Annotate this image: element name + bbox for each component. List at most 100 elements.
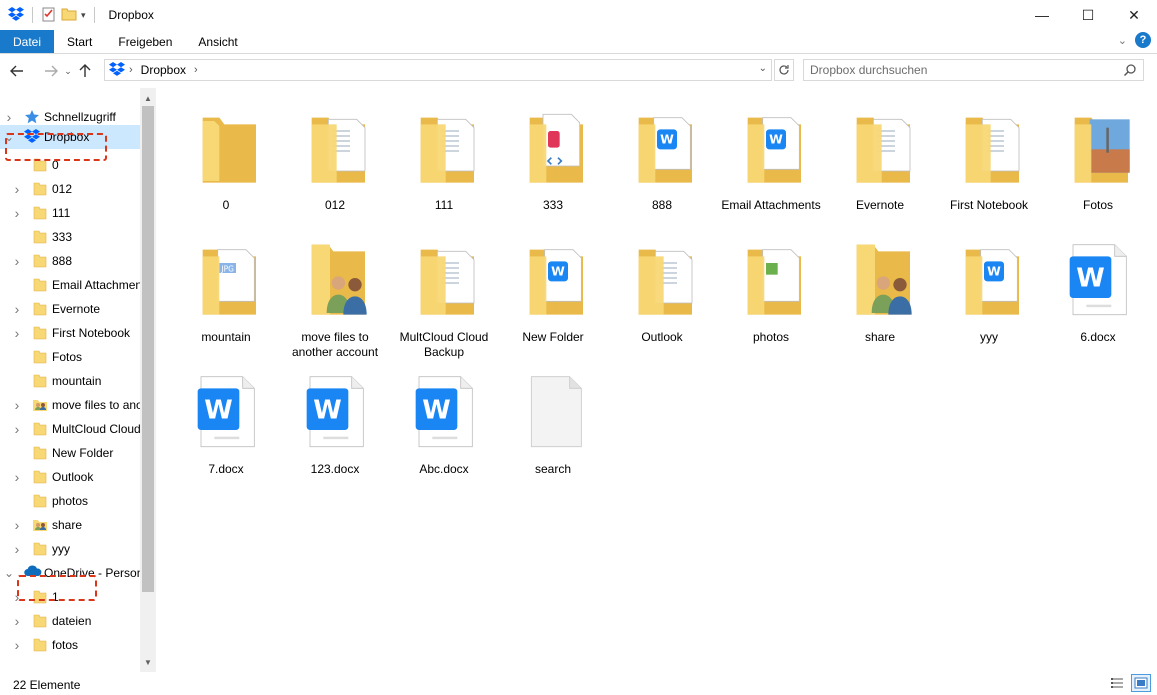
search-input[interactable]: Dropbox durchsuchen (803, 59, 1144, 81)
chevron-right-icon[interactable]: › (12, 301, 22, 317)
sidebar-item[interactable]: New Folder (0, 441, 140, 465)
folder-item[interactable]: W Email Attachments (721, 98, 821, 213)
sidebar-item[interactable]: › yyy (0, 537, 140, 561)
folder-item[interactable]: move files to another account (285, 230, 385, 360)
file-item[interactable]: W 7.docx (176, 362, 276, 477)
sidebar-item[interactable]: › First Notebook (0, 321, 140, 345)
folder-item[interactable]: 333 (503, 98, 603, 213)
tab-ansicht[interactable]: Ansicht (185, 30, 250, 53)
large-icons-view-icon[interactable] (1131, 674, 1151, 692)
chevron-right-icon[interactable]: › (4, 109, 14, 125)
folder-item[interactable]: share (830, 230, 930, 345)
folder-icon (32, 373, 48, 389)
sidebar-item[interactable]: › move files to another account (0, 393, 140, 417)
sidebar-item[interactable]: › 012 (0, 177, 140, 201)
chevron-right-icon[interactable]: › (12, 517, 22, 533)
customize-qa-icon[interactable]: ▾ (81, 10, 86, 21)
properties-icon[interactable] (41, 6, 57, 25)
back-arrow-icon[interactable] (6, 60, 28, 82)
chevron-right-icon[interactable]: › (12, 613, 22, 629)
sidebar-item[interactable]: › Outlook (0, 465, 140, 489)
sidebar-item[interactable]: › dateien (0, 609, 140, 633)
folder-icon (830, 98, 930, 194)
sidebar-item-label: mountain (52, 374, 102, 388)
folder-item[interactable]: 111 (394, 98, 494, 213)
folder-item[interactable]: Fotos (1048, 98, 1148, 213)
sidebar-item[interactable]: Fotos (0, 345, 140, 369)
chevron-right-icon[interactable]: › (194, 64, 198, 76)
breadcrumb-dropbox[interactable]: Dropbox (141, 63, 186, 77)
scroll-up-icon[interactable]: ▲ (140, 90, 156, 106)
scrollbar-thumb[interactable] (142, 106, 154, 592)
maximize-button[interactable]: ☐ (1065, 0, 1111, 30)
svg-text:W: W (551, 264, 565, 279)
folder-item[interactable]: Wyyy (939, 230, 1039, 345)
divider (32, 7, 33, 23)
address-dropdown-icon[interactable]: ⌄ (759, 63, 767, 74)
new-folder-icon[interactable] (61, 6, 77, 25)
search-icon[interactable] (1123, 63, 1137, 80)
sidebar-item[interactable]: Email Attachments (0, 273, 140, 297)
folder-item[interactable]: Evernote (830, 98, 930, 213)
sidebar-item[interactable]: ⌄ OneDrive - Personal (0, 561, 140, 585)
chevron-right-icon[interactable]: › (12, 325, 22, 341)
sidebar-item[interactable]: ⌄ Dropbox (0, 125, 140, 149)
sidebar-item[interactable]: 333 (0, 225, 140, 249)
sidebar-item[interactable]: photos (0, 489, 140, 513)
folder-item[interactable]: Outlook (612, 230, 712, 345)
tab-freigeben[interactable]: Freigeben (105, 30, 185, 53)
chevron-right-icon[interactable]: › (12, 469, 22, 485)
sidebar-item-label: Evernote (52, 302, 101, 316)
close-button[interactable]: ✕ (1111, 0, 1157, 30)
folder-item[interactable]: W New Folder (503, 230, 603, 345)
folder-icon: JPG (176, 230, 276, 326)
sidebar-item[interactable]: › Evernote (0, 297, 140, 321)
sidebar-item[interactable]: › 111 (0, 201, 140, 225)
folder-icon (32, 445, 48, 461)
file-item[interactable]: W 6.docx (1048, 230, 1148, 345)
tab-start[interactable]: Start (54, 30, 105, 53)
sidebar-item[interactable]: › MultCloud Cloud Backup (0, 417, 140, 441)
sidebar-item[interactable]: › 1 (0, 585, 140, 609)
file-item[interactable]: W Abc.docx (394, 362, 494, 477)
chevron-down-icon[interactable]: ⌄ (4, 566, 14, 580)
forward-arrow-icon[interactable] (40, 60, 62, 82)
help-icon[interactable]: ? (1135, 32, 1151, 48)
item-name: move files to another account (291, 330, 379, 359)
chevron-right-icon[interactable]: › (12, 637, 22, 653)
address-bar[interactable]: › Dropbox › ⌄ (104, 59, 772, 81)
chevron-right-icon[interactable]: › (12, 397, 22, 413)
chevron-right-icon[interactable]: › (12, 253, 22, 269)
file-item[interactable]: W 123.docx (285, 362, 385, 477)
folder-item[interactable]: MultCloud Cloud Backup (394, 230, 494, 360)
folder-icon (830, 230, 930, 326)
folder-item[interactable]: photos (721, 230, 821, 345)
minimize-button[interactable]: — (1019, 0, 1065, 30)
sidebar-item[interactable]: 0 (0, 153, 140, 177)
refresh-button[interactable] (774, 59, 794, 81)
sidebar-item[interactable]: › share (0, 513, 140, 537)
chevron-right-icon[interactable]: › (12, 421, 22, 437)
sidebar-item[interactable]: › 888 (0, 249, 140, 273)
folder-item[interactable]: First Notebook (939, 98, 1039, 213)
chevron-right-icon[interactable]: › (12, 205, 22, 221)
folder-item[interactable]: W 888 (612, 98, 712, 213)
recent-locations-icon[interactable]: ⌄ (62, 60, 74, 82)
sidebar-item[interactable]: mountain (0, 369, 140, 393)
folder-item[interactable]: JPG mountain (176, 230, 276, 345)
tab-datei[interactable]: Datei (0, 30, 55, 53)
chevron-right-icon[interactable]: › (12, 181, 22, 197)
folder-item[interactable]: 012 (285, 98, 385, 213)
up-arrow-icon[interactable] (74, 60, 96, 82)
file-item[interactable]: search (503, 362, 603, 477)
chevron-right-icon[interactable]: › (12, 589, 22, 605)
scroll-down-icon[interactable]: ▼ (140, 654, 156, 670)
chevron-down-icon[interactable]: ⌄ (4, 130, 14, 144)
sidebar-scrollbar[interactable]: ▲ ▼ (140, 88, 156, 672)
sidebar-item[interactable]: › fotos (0, 633, 140, 657)
chevron-right-icon[interactable]: › (12, 541, 22, 557)
details-view-icon[interactable] (1107, 674, 1127, 692)
folder-item[interactable]: 0 (176, 98, 276, 213)
expand-ribbon-icon[interactable]: ⌄ (1118, 34, 1127, 47)
item-name: New Folder (522, 330, 584, 344)
